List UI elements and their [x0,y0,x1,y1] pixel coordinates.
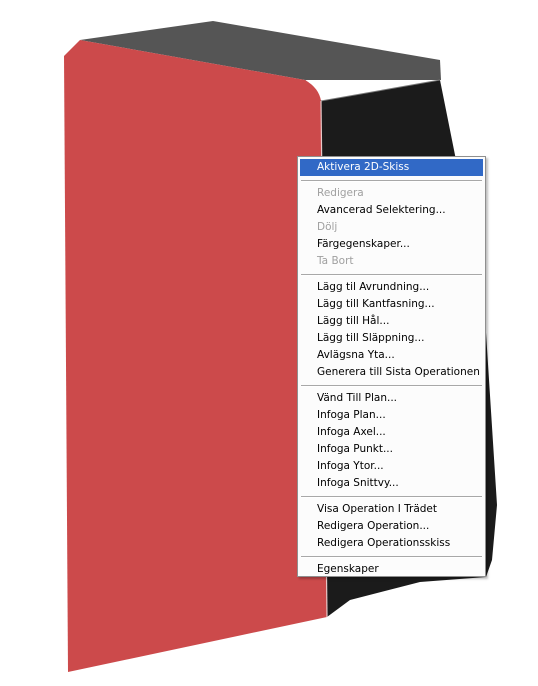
menu-item-dolj[interactable]: Dölj [300,219,483,236]
menu-item-infoga-punkt[interactable]: Infoga Punkt... [300,441,483,458]
menu-item-lagg-till-slappning[interactable]: Lägg till Släppning... [300,330,483,347]
menu-item-egenskaper[interactable]: Egenskaper [300,561,483,578]
menu-item-infoga-plan[interactable]: Infoga Plan... [300,407,483,424]
menu-item-avancerad-selektering[interactable]: Avancerad Selektering... [300,202,483,219]
menu-separator [300,270,483,279]
menu-item-lagg-til-avrundning[interactable]: Lägg til Avrundning... [300,279,483,296]
menu-item-visa-operation-i-tradet[interactable]: Visa Operation I Trädet [300,501,483,518]
menu-item-infoga-snittvy[interactable]: Infoga Snittvy... [300,475,483,492]
menu-item-lagg-till-kantfasning[interactable]: Lägg till Kantfasning... [300,296,483,313]
menu-item-aktivera-2d-skiss[interactable]: Aktivera 2D-Skiss [300,159,483,176]
menu-item-vand-till-plan[interactable]: Vänd Till Plan... [300,390,483,407]
menu-item-infoga-ytor[interactable]: Infoga Ytor... [300,458,483,475]
menu-item-lagg-till-hal[interactable]: Lägg till Hål... [300,313,483,330]
menu-item-ta-bort[interactable]: Ta Bort [300,253,483,270]
menu-separator [300,176,483,185]
menu-item-avlagsna-yta[interactable]: Avlägsna Yta... [300,347,483,364]
menu-item-fargegenskaper[interactable]: Färgegenskaper... [300,236,483,253]
model-front-face[interactable] [64,40,327,672]
menu-item-infoga-axel[interactable]: Infoga Axel... [300,424,483,441]
menu-item-redigera-operation[interactable]: Redigera Operation... [300,518,483,535]
menu-separator [300,381,483,390]
menu-separator [300,492,483,501]
menu-item-generera-till-sista-operationen[interactable]: Generera till Sista Operationen [300,364,483,381]
menu-item-redigera[interactable]: Redigera [300,185,483,202]
menu-item-redigera-operationsskiss[interactable]: Redigera Operationsskiss [300,535,483,552]
menu-separator [300,552,483,561]
context-menu[interactable]: Aktivera 2D-Skiss Redigera Avancerad Selek… [297,156,486,577]
